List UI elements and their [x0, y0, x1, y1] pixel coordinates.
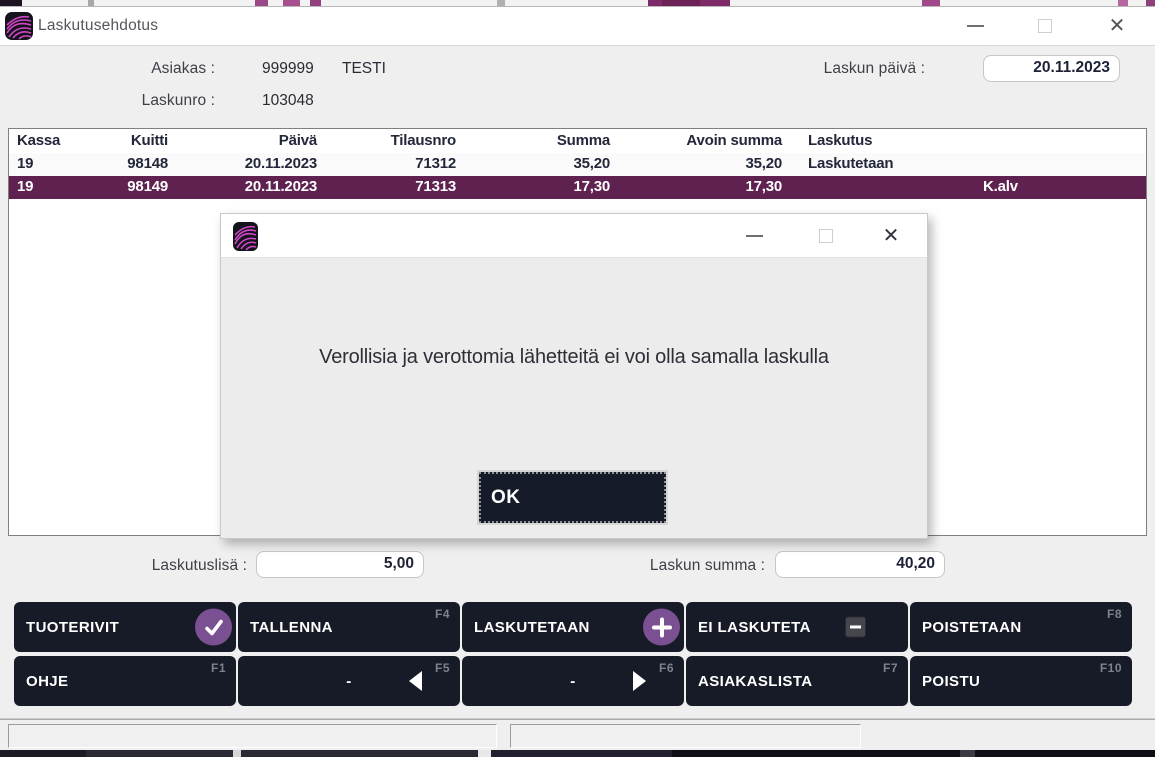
statusbar-field-left [8, 724, 497, 748]
dialog-maximize-button[interactable] [804, 214, 848, 258]
statusbar-field-right [510, 724, 861, 748]
dialog-logo-icon [233, 222, 258, 251]
button-label: LASKUTETAAN [474, 619, 590, 636]
laskun-paiva-input[interactable]: 20.11.2023 [983, 55, 1120, 82]
button-grid: TUOTERIVIT TALLENNA F4 LASKUTETAAN EI LA… [14, 602, 1134, 706]
ohje-button[interactable]: OHJE F1 [14, 656, 236, 706]
fkey-label: F5 [435, 661, 450, 675]
close-icon: ✕ [883, 226, 900, 246]
dialog-title-bar: ✕ [221, 214, 927, 258]
poistetaan-button[interactable]: POISTETAAN F8 [910, 602, 1132, 652]
cell-summa: 17,30 [490, 178, 610, 198]
button-label: POISTU [922, 673, 980, 690]
laskutetaan-button[interactable]: LASKUTETAAN [462, 602, 684, 652]
arrow-right-icon [633, 671, 646, 691]
table-row[interactable]: 19 98148 20.11.2023 71312 35,20 35,20 La… [9, 153, 1146, 176]
cell-avoin-summa: 35,20 [662, 155, 782, 175]
button-label: TALLENNA [250, 619, 333, 636]
cell-kuitti: 98148 [68, 155, 168, 175]
maximize-button[interactable] [1022, 7, 1068, 45]
laskutuslisa-input[interactable]: 5,00 [256, 551, 424, 578]
ok-button[interactable]: OK [479, 472, 666, 523]
ei-laskuteta-button[interactable]: EI LASKUTETA [686, 602, 908, 652]
statusbar-divider [0, 717, 1155, 720]
minimize-icon [746, 235, 763, 237]
dialog-close-button[interactable]: ✕ [869, 214, 913, 258]
close-button[interactable]: ✕ [1094, 7, 1140, 45]
message-dialog: ✕ Verollisia ja verottomia lähetteitä ei… [220, 213, 928, 539]
maximize-icon [819, 229, 833, 243]
dialog-minimize-button[interactable] [732, 214, 776, 258]
cell-tilausnro: 71312 [336, 155, 456, 175]
plus-icon [643, 609, 680, 646]
cell-paiva: 20.11.2023 [197, 155, 317, 175]
app-window: Laskutusehdotus ✕ Asiakas : 999999 TESTI… [0, 0, 1155, 757]
button-label: TUOTERIVIT [26, 619, 119, 636]
laskun-summa-input[interactable]: 40,20 [775, 551, 945, 578]
fkey-label: F4 [435, 607, 450, 621]
fkey-label: F6 [659, 661, 674, 675]
fkey-label: F1 [211, 661, 226, 675]
dialog-message: Verollisia ja verottomia lähetteitä ei v… [221, 346, 927, 369]
fkey-label: F7 [883, 661, 898, 675]
maximize-icon [1038, 19, 1052, 33]
app-logo-icon [5, 12, 33, 40]
button-label: OHJE [26, 673, 68, 690]
col-header-laskutus[interactable]: Laskutus [808, 132, 968, 152]
asiakas-name: TESTI [342, 60, 386, 78]
next-button[interactable]: - F6 [462, 656, 684, 706]
laskun-paiva-label: Laskun päivä : [770, 60, 925, 78]
minimize-icon [967, 25, 984, 27]
button-label: - [462, 673, 684, 690]
cell-paiva: 20.11.2023 [197, 178, 317, 198]
col-header-avoin-summa[interactable]: Avoin summa [662, 132, 782, 152]
asiakaslista-button[interactable]: ASIAKASLISTA F7 [686, 656, 908, 706]
laskun-summa-label: Laskun summa : [598, 557, 765, 575]
cell-alv: K.alv [983, 178, 1073, 198]
table-row-selected[interactable]: 19 98149 20.11.2023 71313 17,30 17,30 K.… [9, 176, 1146, 199]
table-header-row: Kassa Kuitti Päivä Tilausnro Summa Avoin… [9, 130, 1146, 153]
check-icon [195, 609, 232, 646]
backdrop-bottom-strip [0, 750, 1155, 757]
button-label: ASIAKASLISTA [698, 673, 813, 690]
arrow-left-icon [409, 671, 422, 691]
minimize-button[interactable] [952, 7, 998, 45]
col-header-kuitti[interactable]: Kuitti [68, 132, 168, 152]
cell-laskutus: Laskutetaan [808, 155, 968, 175]
window-title: Laskutusehdotus [38, 7, 158, 45]
poistu-button[interactable]: POISTU F10 [910, 656, 1132, 706]
close-icon: ✕ [1109, 16, 1126, 36]
cell-kuitti: 98149 [68, 178, 168, 198]
cell-avoin-summa: 17,30 [662, 178, 782, 198]
tuoterivit-button[interactable]: TUOTERIVIT [14, 602, 236, 652]
title-bar: Laskutusehdotus ✕ [0, 6, 1155, 46]
col-header-tilausnro[interactable]: Tilausnro [336, 132, 456, 152]
laskunro-label: Laskunro : [60, 92, 215, 110]
cell-laskutus [808, 178, 968, 198]
fkey-label: F8 [1107, 607, 1122, 621]
button-label: EI LASKUTETA [698, 619, 811, 636]
tallenna-button[interactable]: TALLENNA F4 [238, 602, 460, 652]
col-header-summa[interactable]: Summa [490, 132, 610, 152]
fkey-label: F10 [1100, 661, 1122, 675]
prev-button[interactable]: - F5 [238, 656, 460, 706]
asiakas-label: Asiakas : [60, 60, 215, 78]
cell-summa: 35,20 [490, 155, 610, 175]
button-label: POISTETAAN [922, 619, 1022, 636]
cell-alv [983, 155, 1073, 175]
minus-icon [845, 617, 866, 638]
asiakas-value: 999999 [262, 60, 314, 78]
button-label: - [238, 673, 460, 690]
laskutuslisa-label: Laskutuslisä : [95, 557, 247, 575]
cell-tilausnro: 71313 [336, 178, 456, 198]
col-header-paiva[interactable]: Päivä [197, 132, 317, 152]
laskunro-value: 103048 [262, 92, 314, 110]
